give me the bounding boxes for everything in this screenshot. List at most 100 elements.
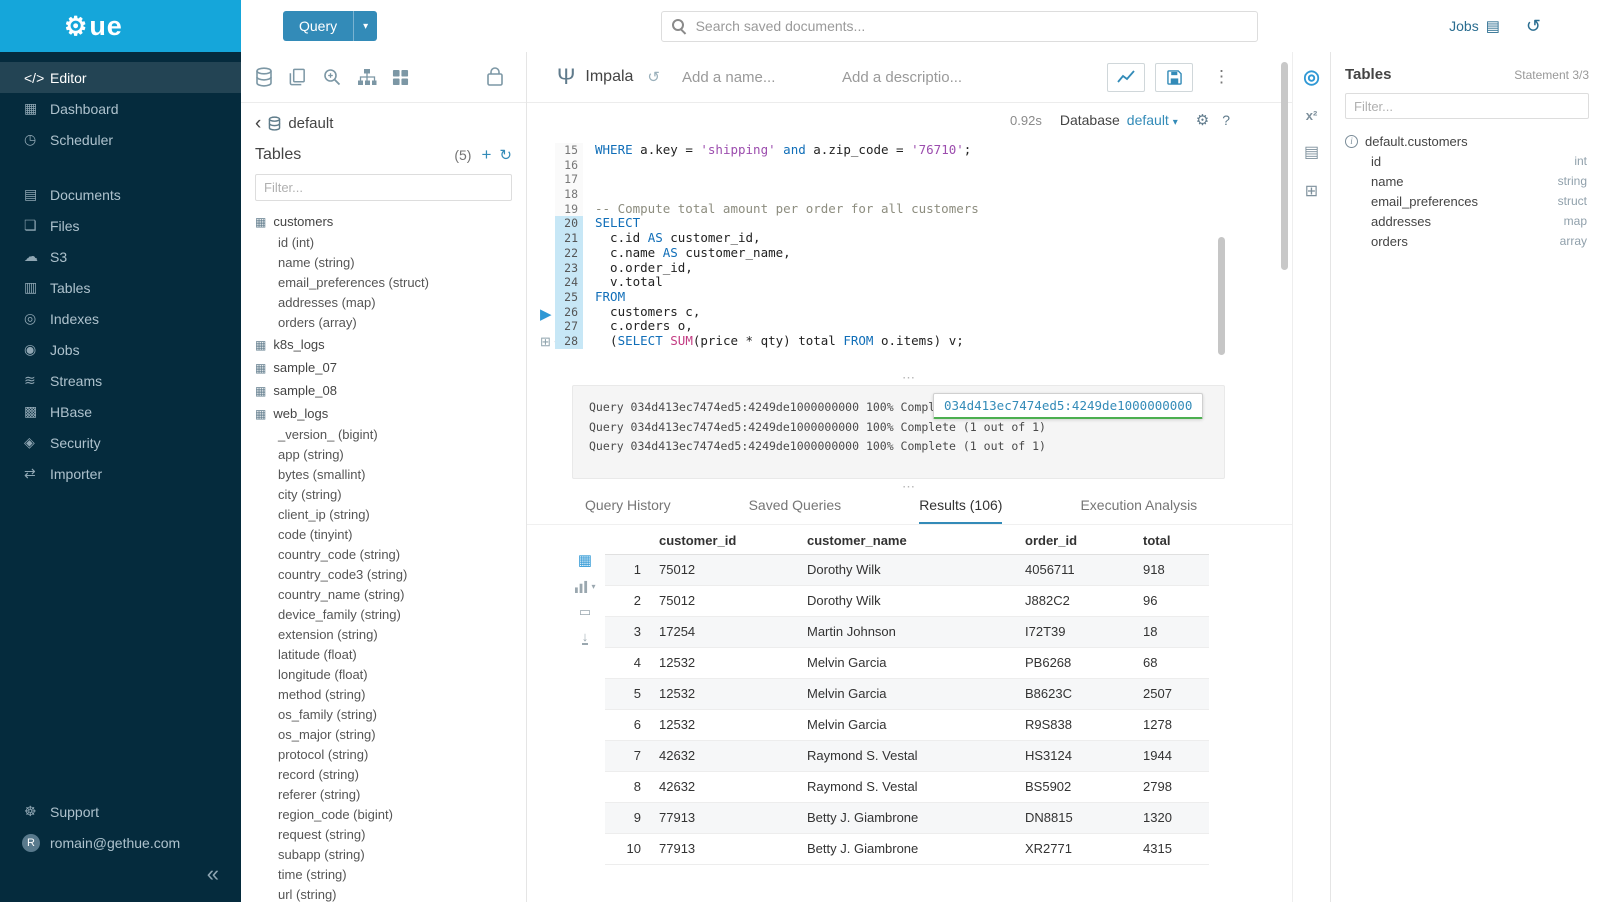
column-item[interactable]: request (string) bbox=[255, 825, 512, 845]
new-query-button[interactable]: Query ▾ bbox=[283, 11, 377, 41]
sidebar-item-indexes[interactable]: ◎ Indexes bbox=[0, 303, 241, 334]
column-item[interactable]: country_name (string) bbox=[255, 585, 512, 605]
databases-icon[interactable] bbox=[255, 67, 273, 87]
results-row[interactable]: 612532Melvin GarciaR9S8381278 bbox=[605, 709, 1209, 740]
back-chevron-icon[interactable]: ‹ bbox=[255, 117, 261, 131]
settings-gear-icon[interactable]: ⚙ bbox=[1196, 111, 1209, 129]
tab-saved-queries[interactable]: Saved Queries bbox=[749, 497, 842, 524]
column-item[interactable]: url (string) bbox=[255, 885, 512, 902]
table-item-k8s-logs[interactable]: ▦ k8s_logs bbox=[255, 333, 512, 356]
column-item[interactable]: method (string) bbox=[255, 685, 512, 705]
column-item[interactable]: region_code (bigint) bbox=[255, 805, 512, 825]
column-item[interactable]: app (string) bbox=[255, 445, 512, 465]
functions-icon[interactable]: x² bbox=[1306, 108, 1318, 123]
sidebar-item-support[interactable]: ☸ Support bbox=[0, 796, 241, 827]
download-icon[interactable]: ↓ bbox=[582, 631, 589, 645]
right-panel-column-id[interactable]: id int bbox=[1345, 151, 1589, 171]
code-line[interactable]: 15 WHERE a.key = 'shipping' and a.zip_co… bbox=[527, 143, 1292, 158]
column-item[interactable]: device_family (string) bbox=[255, 605, 512, 625]
editor-scrollbar[interactable] bbox=[1218, 237, 1225, 355]
column-item[interactable]: subapp (string) bbox=[255, 845, 512, 865]
table-item-web-logs[interactable]: ▦ web_logs bbox=[255, 402, 512, 425]
results-column-header-total[interactable]: total bbox=[1137, 528, 1209, 554]
add-table-button[interactable]: + bbox=[481, 145, 491, 165]
results-row[interactable]: 1077913Betty J. GiambroneXR27714315 bbox=[605, 833, 1209, 864]
query-description-input[interactable] bbox=[842, 69, 992, 86]
grid-view-icon[interactable]: ▦ bbox=[578, 551, 592, 569]
table-item-customers[interactable]: ▦ customers bbox=[255, 210, 512, 233]
results-row[interactable]: 742632Raymond S. VestalHS31241944 bbox=[605, 740, 1209, 771]
more-actions-icon[interactable]: ⋮ bbox=[1203, 67, 1240, 87]
sidebar-item-files[interactable]: ❏ Files bbox=[0, 210, 241, 241]
query-dropdown-caret-icon[interactable]: ▾ bbox=[353, 11, 377, 41]
query-history-icon[interactable]: ↺ bbox=[647, 68, 660, 86]
results-row[interactable]: 412532Melvin GarciaPB626868 bbox=[605, 647, 1209, 678]
code-line[interactable]: 27 c.orders o, bbox=[527, 319, 1292, 334]
sidebar-item-jobs[interactable]: ◉ Jobs bbox=[0, 334, 241, 365]
column-item[interactable]: email_preferences (struct) bbox=[255, 273, 512, 293]
help-icon[interactable]: ? bbox=[1222, 112, 1230, 128]
column-item[interactable]: _version_ (bigint) bbox=[255, 425, 512, 445]
documents-copy-icon[interactable] bbox=[288, 67, 307, 87]
apps-grid-icon[interactable] bbox=[392, 69, 409, 86]
results-row[interactable]: 317254Martin JohnsonI72T3918 bbox=[605, 616, 1209, 647]
column-item[interactable]: id (int) bbox=[255, 233, 512, 253]
column-item[interactable]: os_family (string) bbox=[255, 705, 512, 725]
table-item-sample-08[interactable]: ▦ sample_08 bbox=[255, 379, 512, 402]
sidebar-item-documents[interactable]: ▤ Documents bbox=[0, 179, 241, 210]
sidebar-item-s3[interactable]: ☁ S3 bbox=[0, 241, 241, 272]
tab-execution-analysis[interactable]: Execution Analysis bbox=[1080, 497, 1197, 524]
panel-resizer[interactable]: ⋯ bbox=[527, 483, 1292, 492]
column-item[interactable]: referer (string) bbox=[255, 785, 512, 805]
column-item[interactable]: orders (array) bbox=[255, 313, 512, 333]
assist-filter-input[interactable] bbox=[255, 174, 512, 201]
code-line[interactable]: 23 o.order_id, bbox=[527, 261, 1292, 276]
column-item[interactable]: name (string) bbox=[255, 253, 512, 273]
column-item[interactable]: city (string) bbox=[255, 485, 512, 505]
column-item[interactable]: extension (string) bbox=[255, 625, 512, 645]
column-item[interactable]: latitude (float) bbox=[255, 645, 512, 665]
active-table-row[interactable]: i default.customers bbox=[1345, 131, 1589, 151]
sidebar-item-editor[interactable]: </> Editor bbox=[0, 62, 241, 93]
results-row[interactable]: 275012Dorothy WilkJ882C296 bbox=[605, 585, 1209, 616]
chart-button[interactable] bbox=[1107, 63, 1145, 92]
history-icon[interactable]: ↺ bbox=[1526, 16, 1541, 37]
sidebar-item-security[interactable]: ◈ Security bbox=[0, 427, 241, 458]
results-column-header-customer-name[interactable]: customer_name bbox=[801, 528, 1019, 554]
column-item[interactable]: country_code3 (string) bbox=[255, 565, 512, 585]
right-panel-column-addresses[interactable]: addresses map bbox=[1345, 211, 1589, 231]
zoom-search-icon[interactable] bbox=[322, 67, 342, 87]
code-line[interactable]: 28 (SELECT SUM(price * qty) total FROM o… bbox=[527, 334, 1292, 349]
bag-icon[interactable] bbox=[486, 67, 504, 87]
code-line[interactable]: 24 v.total bbox=[527, 275, 1292, 290]
column-item[interactable]: os_major (string) bbox=[255, 725, 512, 745]
right-filter-input[interactable] bbox=[1345, 93, 1589, 119]
code-line[interactable]: 25 FROM bbox=[527, 290, 1292, 305]
jobs-link[interactable]: Jobs ▤ bbox=[1449, 17, 1500, 35]
results-row[interactable]: 977913Betty J. GiambroneDN88151320 bbox=[605, 802, 1209, 833]
sidebar-item-streams[interactable]: ≋ Streams bbox=[0, 365, 241, 396]
code-line[interactable]: 16 bbox=[527, 158, 1292, 173]
right-panel-column-name[interactable]: name string bbox=[1345, 171, 1589, 191]
main-scrollbar[interactable] bbox=[1281, 62, 1288, 270]
results-row[interactable]: 512532Melvin GarciaB8623C2507 bbox=[605, 678, 1209, 709]
column-item[interactable]: country_code (string) bbox=[255, 545, 512, 565]
results-row[interactable]: 842632Raymond S. VestalBS59022798 bbox=[605, 771, 1209, 802]
column-item[interactable]: longitude (float) bbox=[255, 665, 512, 685]
hue-logo[interactable]: ⚙ue bbox=[0, 0, 241, 52]
sidebar-collapse-button[interactable]: « bbox=[207, 861, 219, 886]
search-input[interactable] bbox=[696, 18, 1247, 34]
tab-query-history[interactable]: Query History bbox=[585, 497, 671, 524]
code-line[interactable]: 21 c.id AS customer_id, bbox=[527, 231, 1292, 246]
sidebar-item-hbase[interactable]: ▩ HBase bbox=[0, 396, 241, 427]
code-line[interactable]: 18 bbox=[527, 187, 1292, 202]
columns-view-icon[interactable]: ▭ bbox=[579, 604, 591, 620]
tab-results-106[interactable]: Results (106) bbox=[919, 497, 1002, 524]
table-item-sample-07[interactable]: ▦ sample_07 bbox=[255, 356, 512, 379]
right-panel-column-orders[interactable]: orders array bbox=[1345, 231, 1589, 251]
code-line[interactable]: 19 -- Compute total amount per order for… bbox=[527, 202, 1292, 217]
sitemap-icon[interactable] bbox=[357, 67, 377, 87]
sidebar-item-romain-gethue-com[interactable]: R romain@gethue.com bbox=[0, 827, 241, 858]
sidebar-item-importer[interactable]: ⇄ Importer bbox=[0, 458, 241, 489]
column-item[interactable]: protocol (string) bbox=[255, 745, 512, 765]
